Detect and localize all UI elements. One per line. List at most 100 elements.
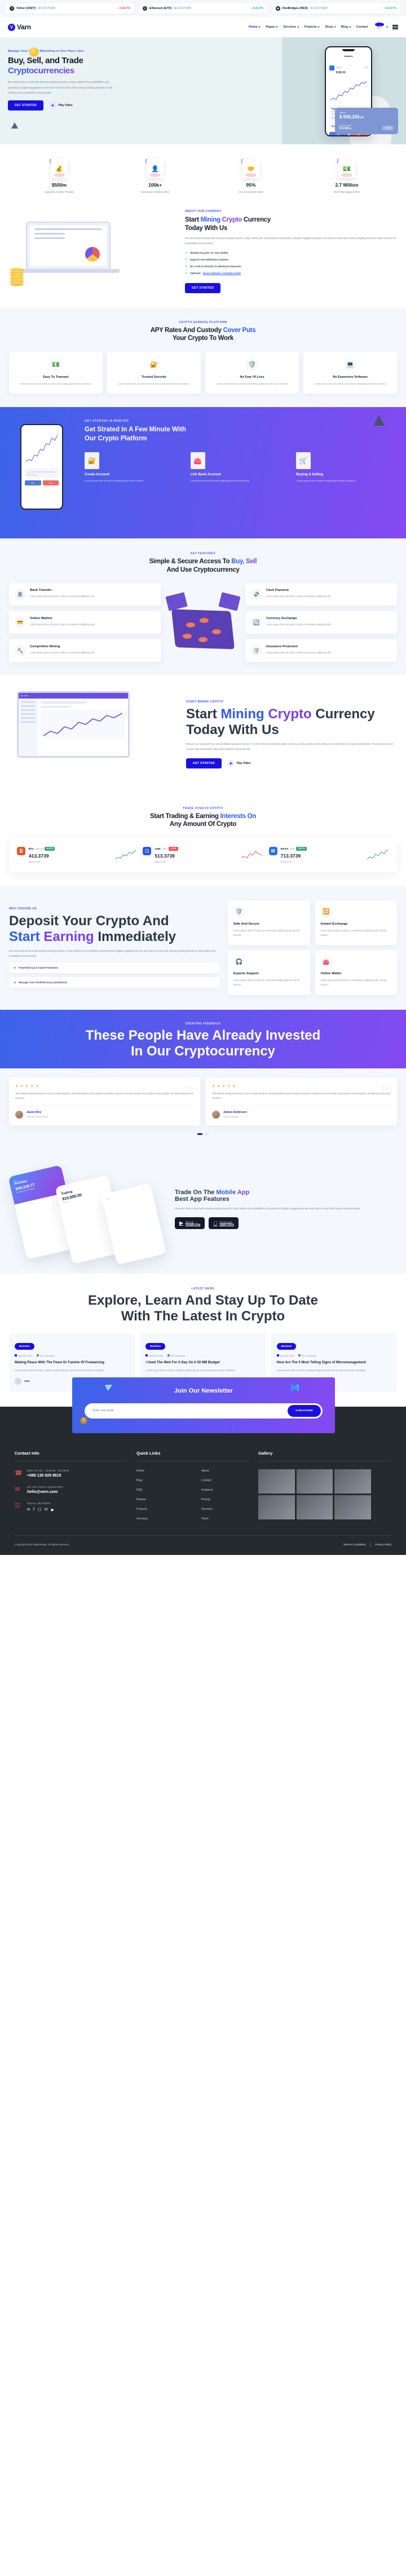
ticker-item[interactable]: ₮ Tether (USDT) $0.00475688 ↓ +0.017% <box>6 3 134 14</box>
play-video-button[interactable]: Play Video <box>50 102 73 109</box>
mining-get-started-button[interactable]: GET STARTED <box>186 758 222 769</box>
footer-link-projects[interactable]: Projects <box>136 1508 184 1511</box>
footer-link-team[interactable]: Team <box>201 1517 249 1521</box>
price-value: 713.3739 <box>280 852 301 859</box>
feature-card-competitive-mining[interactable]: ⛏️ Competitive Mining Lorem ipsum dolor s… <box>9 639 161 662</box>
footer-link-contact[interactable]: Contact <box>201 1479 249 1482</box>
mining-play-video-button[interactable]: Play Video <box>228 760 251 767</box>
price-row-link[interactable]: ⬡ LINK Bidr -1.87% 513.3739 $513.3739 <box>143 846 263 863</box>
category-badge[interactable]: Business <box>276 1342 297 1350</box>
subscribe-button[interactable]: SUBSCRIBE <box>288 1404 321 1417</box>
email-field[interactable] <box>86 1409 288 1413</box>
step-text: Lorem ipsum dolor sit amet is adipiscing… <box>296 479 356 483</box>
phone-line-chart <box>25 427 59 466</box>
feature-title: Online Wallets <box>30 617 52 621</box>
footer-link-partner[interactable]: Partner <box>136 1498 184 1501</box>
terms-link[interactable]: Terms & Conditions <box>343 1543 366 1546</box>
post-title[interactable]: Here Are The 5 Most Telling Signs of Mic… <box>277 1360 391 1366</box>
gallery-thumb[interactable] <box>258 1495 295 1519</box>
carousel-dot-active[interactable] <box>197 1133 202 1135</box>
feature-card-currency-exchange[interactable]: 🔄 Currency Exchange Lorem ipsum dolor sit… <box>245 611 397 634</box>
brand-logo[interactable]: Varn <box>8 23 31 31</box>
phone-number[interactable]: +088 130 629 8615 <box>27 1474 69 1478</box>
category-badge[interactable]: Business <box>15 1342 34 1350</box>
footer-link-home[interactable]: Home <box>136 1469 184 1473</box>
footer-link-blog[interactable]: Blog <box>136 1479 184 1482</box>
why-card[interactable]: 🎧 Experts Support Lorem ipsum dolor sit … <box>228 950 310 995</box>
price-row-matic[interactable]: M MATIC Bidr +6.87% 713.3739 $713.3739 <box>268 846 389 863</box>
custody-cover-link[interactable]: Nexus Mutual's Custody Cover <box>203 272 241 275</box>
footer-link-features[interactable]: Features <box>201 1488 249 1492</box>
price-sparkline <box>241 849 263 861</box>
why-card[interactable]: 👛 Online Wallet Lorem ipsum dolor sit am… <box>315 950 397 995</box>
footer-link-faq[interactable]: FAQ <box>136 1488 184 1492</box>
post-meta: April 25, 2020 No Comments <box>145 1354 260 1357</box>
gallery-thumb[interactable] <box>296 1469 333 1494</box>
bitcoin-icon: ₿ <box>17 846 25 855</box>
why-card[interactable]: 🛡️ Safe And Secure Lorem ipsum dolor sit… <box>228 900 310 945</box>
hamburger-icon[interactable] <box>392 24 398 30</box>
gallery-thumb[interactable] <box>334 1495 371 1519</box>
feature-card-title: No Fear Of Loss <box>240 375 264 379</box>
desktop-monitor-icon <box>17 691 130 758</box>
nav-item-blog[interactable]: Blog <box>341 25 351 29</box>
key-features-eyebrow: KEY FEATURES <box>190 552 216 556</box>
check-item: ✓ Deposit And Withdraw Anytime <box>185 258 229 262</box>
footer-link-pricing[interactable]: Pricing <box>201 1498 249 1501</box>
about-illustration <box>9 209 178 294</box>
nav-item-projects[interactable]: Projects <box>304 25 320 29</box>
facebook-icon[interactable]: f <box>33 1508 34 1512</box>
gallery-thumb[interactable] <box>296 1495 333 1519</box>
get-started-button[interactable]: GET STARTED <box>8 100 44 111</box>
post-title[interactable]: Making Peace With The Feast Or Famine Of… <box>15 1360 129 1366</box>
nav-item-contact[interactable]: Contact <box>356 25 368 29</box>
nav-item-shop[interactable]: Shop <box>325 25 336 29</box>
category-badge[interactable]: Business <box>145 1342 165 1350</box>
feature-text: Lorem ipsum dolor sit amet, is demo cons… <box>30 623 95 626</box>
privacy-link[interactable]: Privacy Policy <box>375 1543 391 1546</box>
ticker-item[interactable]: ◉ RenBridges (REN) $0.00475688 ↑ +0.017% <box>272 3 400 14</box>
contact-email-row: ✉ DO YOU HAVE A QUESTION? hello@varn.com <box>15 1486 127 1494</box>
about-get-started-button[interactable]: GET STARTED <box>185 282 221 293</box>
nav-item-services[interactable]: Services <box>283 25 299 29</box>
phone-sell-button[interactable]: Sell <box>42 480 59 486</box>
balance-label: Balance <box>339 112 347 114</box>
feature-card-bank-transfer[interactable]: 🏦 Bank Transfer Lorem ipsum dolor sit ame… <box>9 583 161 606</box>
feature-card-online-wallets[interactable]: 💳 Online Wallets Lorem ipsum dolor sit am… <box>9 611 161 634</box>
email-address[interactable]: hello@varn.com <box>27 1490 63 1494</box>
post-title[interactable]: I Used The Web For A Day On A 50 MB Budg… <box>145 1360 260 1366</box>
feature-card-insurance-protected[interactable]: 🛡️ Insurance Protected Lorem ipsum dolor … <box>245 639 397 662</box>
why-card[interactable]: 🔁 Instant Exchange Lorem ipsum dolor sit… <box>315 900 397 945</box>
feature-card[interactable]: 🛡️ No Fear Of Loss Lorem ipsum dolor sit… <box>205 351 299 394</box>
footer-link-services-2[interactable]: Services <box>136 1517 184 1521</box>
twitter-icon[interactable]: w <box>27 1508 30 1512</box>
footer-link-about[interactable]: About <box>201 1469 249 1473</box>
gallery-thumb[interactable] <box>334 1469 371 1494</box>
apple-store-button[interactable]:  Download on the Apple Store <box>209 1217 239 1230</box>
nav-item-pages[interactable]: Pages <box>266 25 279 29</box>
feature-text: Lorem ipsum dolor sit amet, is demo cons… <box>266 595 332 598</box>
ticker-item[interactable]: ♦ Ethereum (ETH) $0.00475688 ↑ +0.017% <box>139 3 267 14</box>
nav-item-home[interactable]: Home <box>249 25 261 29</box>
carousel-dot[interactable] <box>205 1133 209 1135</box>
price-row-btc[interactable]: ₿ BTC Bitcoin +6.87% 413.3739 $413.3739 <box>17 846 137 863</box>
ticker-name: Tether (USDT) <box>16 7 36 10</box>
youtube-icon[interactable]: ▶ <box>51 1508 54 1512</box>
footer: Contact Info ☎ MON TO FRI : 10:00AM - 06… <box>0 1436 406 1521</box>
gallery-thumb[interactable] <box>258 1469 295 1494</box>
feature-card[interactable]: 💵 Easy To Transact Lorem ipsum dolor sit… <box>9 351 103 394</box>
phone-buy-button[interactable]: Buy <box>25 480 41 486</box>
why-cards: 🛡️ Safe And Secure Lorem ipsum dolor sit… <box>228 900 397 995</box>
phone-coin-name: MATIC <box>336 67 342 69</box>
linkedin-icon[interactable]: in <box>45 1508 47 1512</box>
footer-link-services[interactable]: Services <box>201 1508 249 1511</box>
feature-card-cash-payment[interactable]: 💸 Cash Payment Lorem ipsum dolor sit amet… <box>245 583 397 606</box>
feature-card[interactable]: 💻 No Expensive Software Lorem ipsum dolo… <box>303 351 397 394</box>
search-icon[interactable]: ⌕ <box>386 24 389 30</box>
step-title: Create Account <box>85 473 110 477</box>
google-play-button[interactable]: ▶ GET IT ON Google Play <box>175 1217 205 1230</box>
instagram-icon[interactable]: ☐ <box>38 1508 41 1512</box>
cart-icon[interactable]: 🛒0 <box>374 23 384 29</box>
apy-title: APY Rates And Custody Cover Puts Your Cry… <box>150 327 256 342</box>
feature-card[interactable]: 🔐 Trusted Security Lorem ipsum dolor sit… <box>107 351 201 394</box>
